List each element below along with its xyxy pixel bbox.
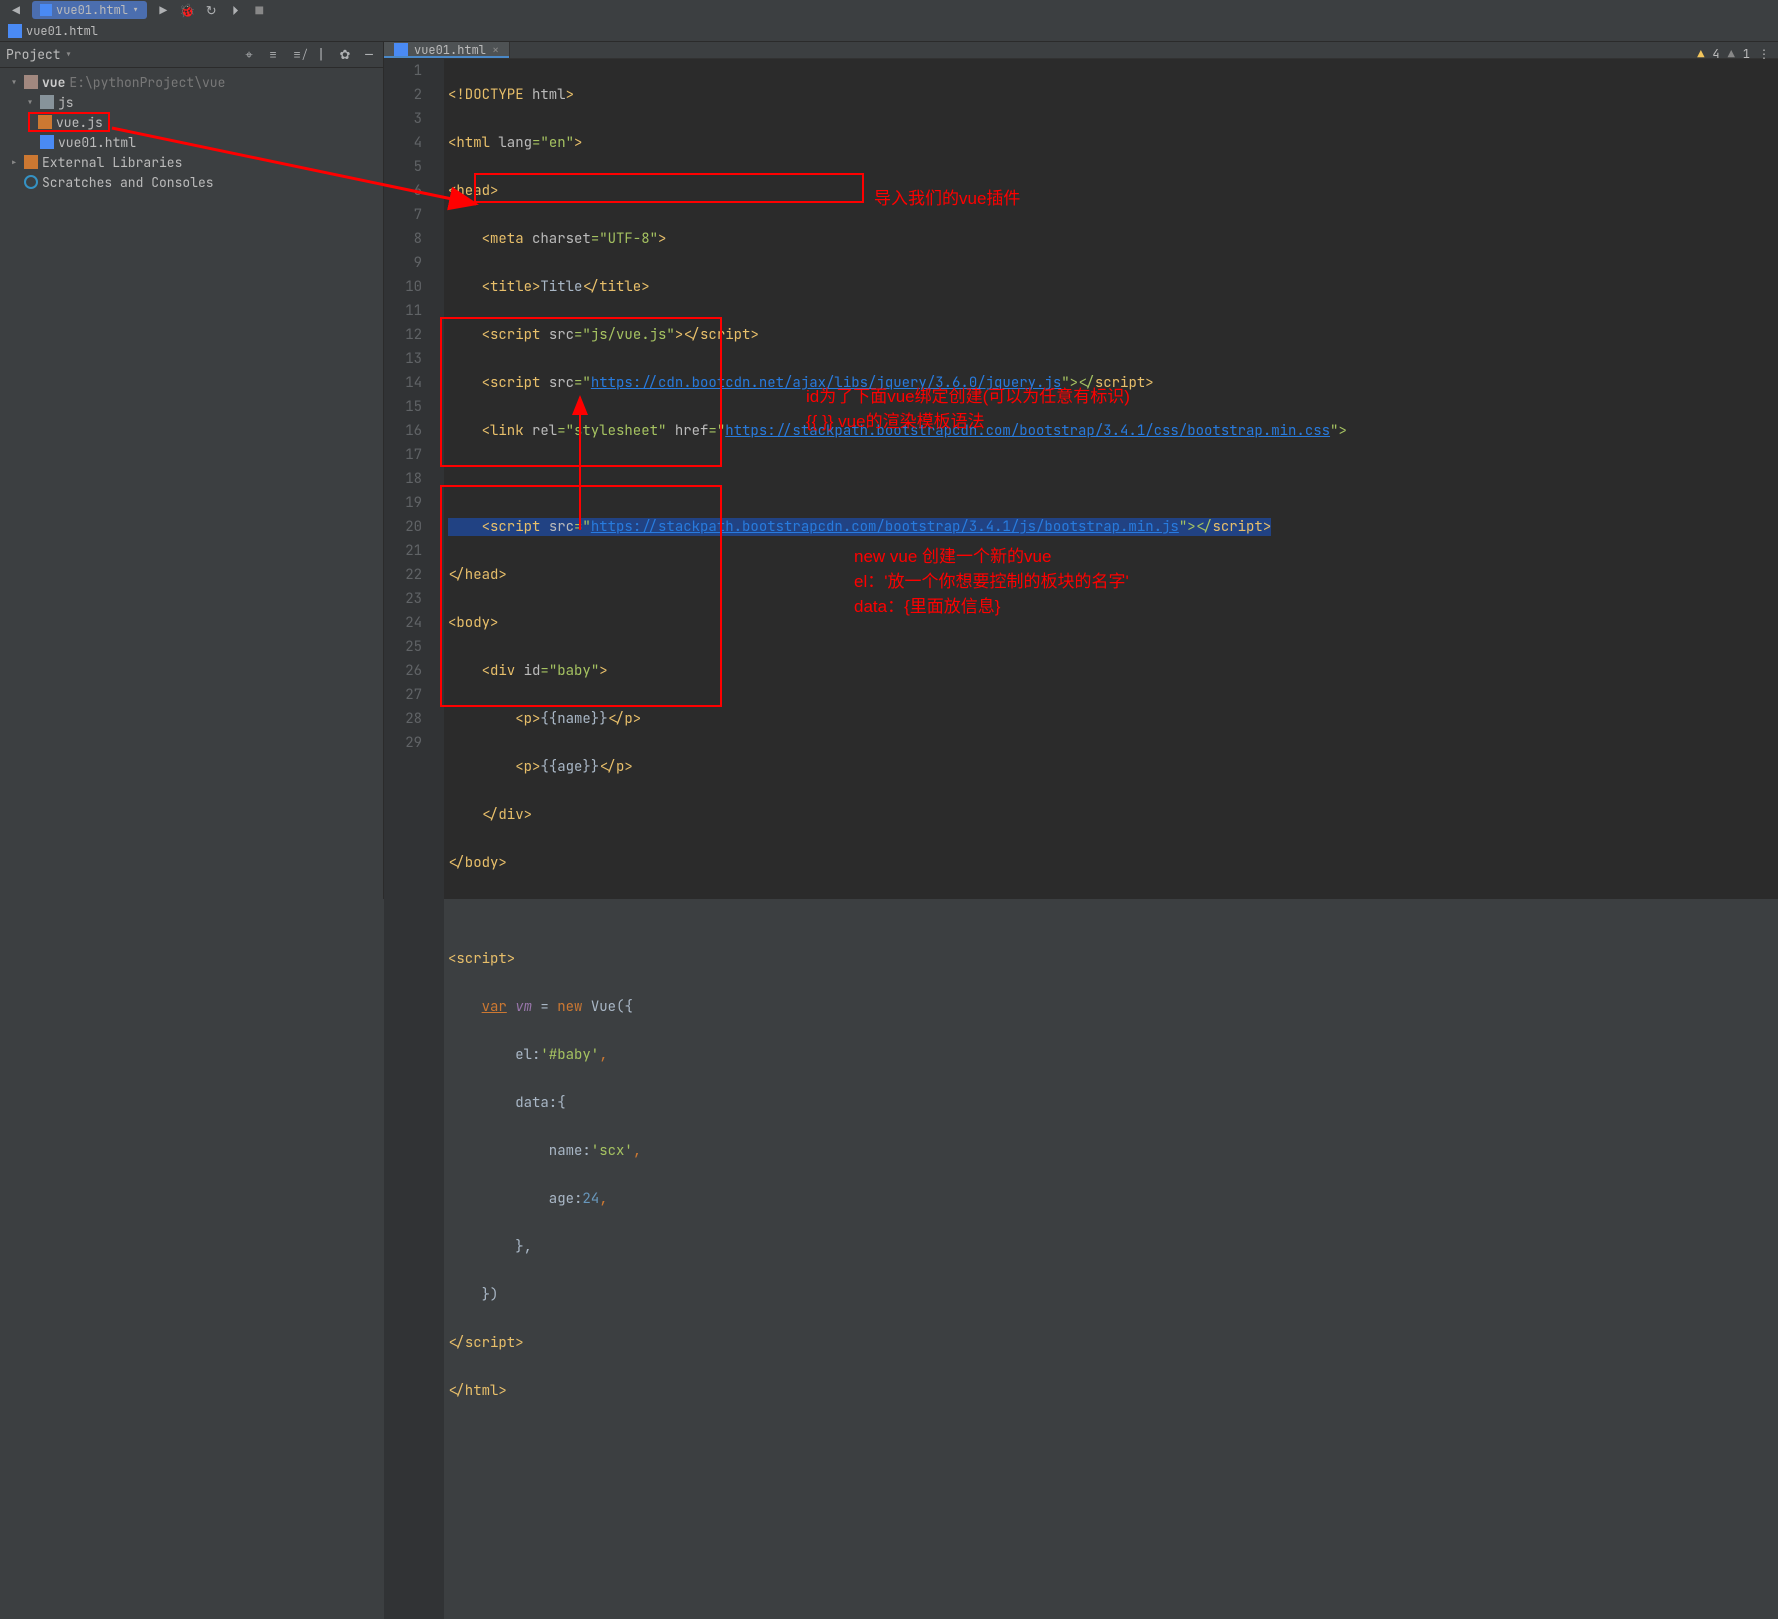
code-editor[interactable]: 1234567891011121314151617181920212223242… xyxy=(384,59,1778,1619)
hide-panel-icon[interactable]: — xyxy=(361,47,377,63)
debug-icon[interactable]: 🐞 xyxy=(179,2,195,18)
library-icon xyxy=(24,155,38,169)
folder-icon xyxy=(24,75,38,89)
run-icon[interactable]: ▶ xyxy=(155,2,171,18)
js-file-icon xyxy=(38,115,52,129)
scratches-label: Scratches and Consoles xyxy=(42,174,214,191)
file-label: vue.js xyxy=(56,114,103,131)
folder-icon xyxy=(40,95,54,109)
folder-label: js xyxy=(58,94,74,111)
html-file-icon xyxy=(40,135,54,149)
collapse-all-icon[interactable]: ≢ xyxy=(289,47,305,63)
breadcrumb-file[interactable]: vue01.html xyxy=(26,23,98,39)
tree-external-libs[interactable]: ▸ External Libraries xyxy=(0,152,383,172)
run-config-label: vue01.html xyxy=(56,2,128,18)
expand-all-icon[interactable]: ≡ xyxy=(265,47,281,63)
tree-folder-js[interactable]: ▾ js xyxy=(0,92,383,112)
breadcrumb: vue01.html xyxy=(0,20,1778,42)
tab-vue01html[interactable]: vue01.html × xyxy=(384,42,510,58)
stop-icon[interactable]: ■ xyxy=(251,2,267,18)
html-file-icon xyxy=(394,43,408,57)
back-icon[interactable]: ◀ xyxy=(8,2,24,18)
editor-area: vue01.html × ▲4 ▲1 ⋮ 1234567891011121314… xyxy=(384,42,1778,899)
tree-file-vue01html[interactable]: ▾ vue01.html xyxy=(0,132,383,152)
divider: | xyxy=(313,47,329,63)
tree-file-vuejs[interactable]: vue.js xyxy=(28,112,110,132)
project-panel-title[interactable]: Project xyxy=(6,46,61,63)
code-content[interactable]: <!DOCTYPE html> <html lang="en"> <head> … xyxy=(444,59,1778,1619)
project-panel-header: Project ▾ ⌖ ≡ ≢ | ✿ — xyxy=(0,42,383,68)
editor-tabs: vue01.html × xyxy=(384,42,1778,59)
tree-scratches[interactable]: ▸ Scratches and Consoles xyxy=(0,172,383,192)
scratch-icon xyxy=(24,175,38,189)
html-file-icon xyxy=(8,24,22,38)
main-toolbar: ◀ vue01.html ▾ ▶ 🐞 ↻ ⏵ ■ xyxy=(0,0,1778,20)
run-config-selector[interactable]: vue01.html ▾ xyxy=(32,1,147,19)
project-name: vue xyxy=(42,74,65,91)
fold-gutter xyxy=(432,59,444,1619)
file-label: vue01.html xyxy=(58,134,136,151)
select-opened-file-icon[interactable]: ⌖ xyxy=(241,47,257,63)
profile-icon[interactable]: ⏵ xyxy=(227,2,243,18)
external-libs-label: External Libraries xyxy=(42,154,182,171)
project-tree[interactable]: ▾ vue E:\pythonProject\vue ▾ js vue.js ▾… xyxy=(0,68,383,196)
project-sidebar: Project ▾ ⌖ ≡ ≢ | ✿ — ▾ vue E:\pythonPro… xyxy=(0,42,384,899)
settings-icon[interactable]: ✿ xyxy=(337,47,353,63)
project-path: E:\pythonProject\vue xyxy=(69,74,225,91)
tree-root[interactable]: ▾ vue E:\pythonProject\vue xyxy=(0,72,383,92)
coverage-icon[interactable]: ↻ xyxy=(203,2,219,18)
line-gutter: 1234567891011121314151617181920212223242… xyxy=(384,59,432,1619)
